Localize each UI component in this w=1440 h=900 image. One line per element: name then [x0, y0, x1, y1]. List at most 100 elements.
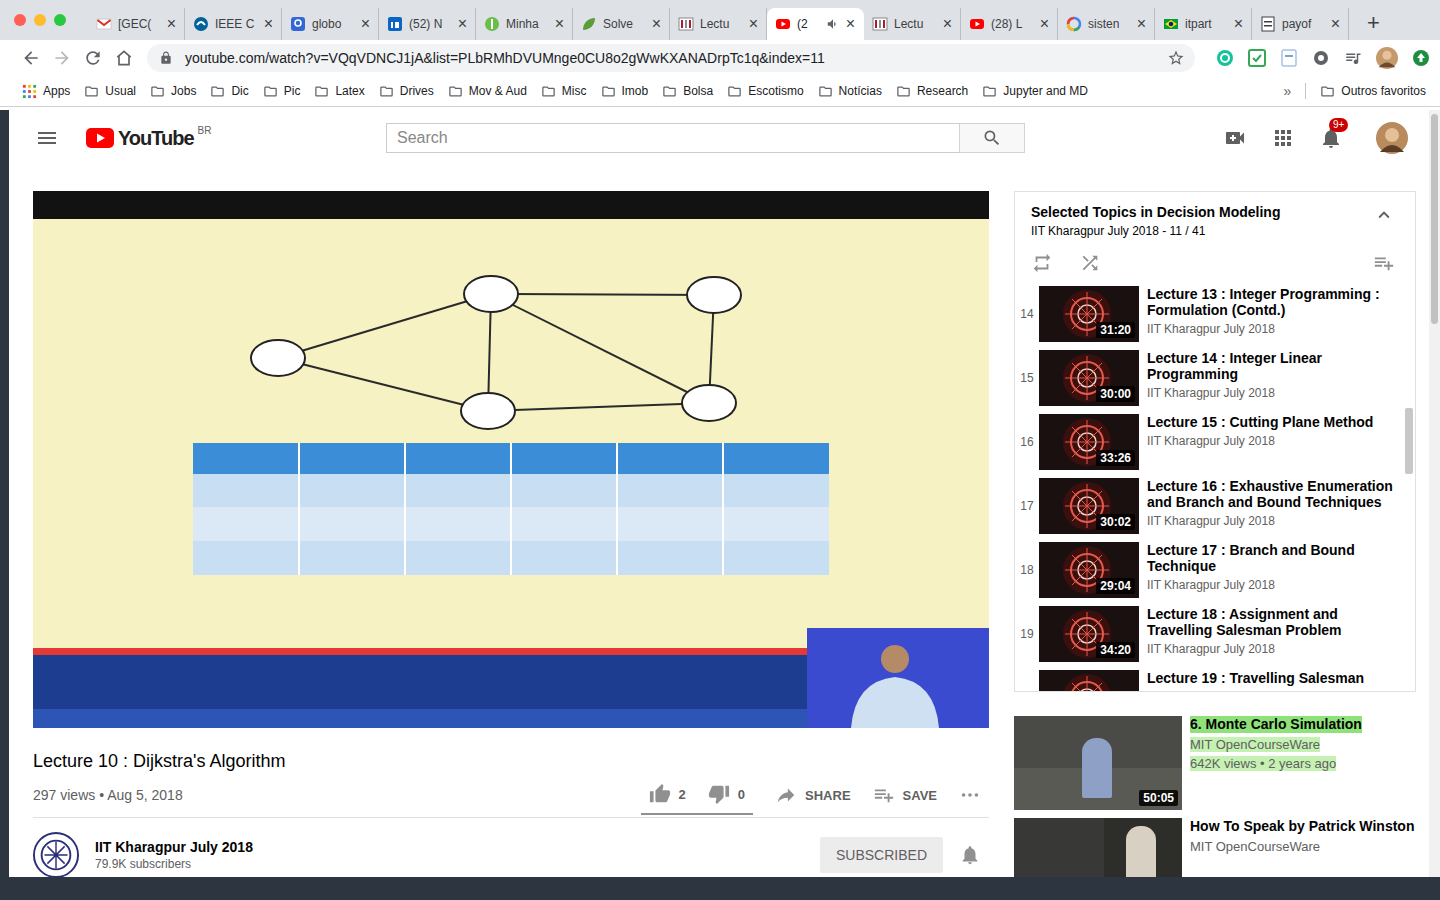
bookmark[interactable]: Usual [84, 84, 136, 99]
close-window-button[interactable] [14, 14, 26, 26]
playlist-add-icon[interactable] [1373, 252, 1395, 274]
media-control-icon[interactable] [1344, 49, 1362, 67]
create-video-icon[interactable] [1223, 126, 1247, 150]
tab-close-button[interactable]: × [361, 16, 370, 32]
browser-tab[interactable]: globo× [282, 8, 379, 40]
search-input[interactable]: Search [386, 123, 959, 153]
dislike-button[interactable]: 0 [708, 783, 745, 805]
tab-close-button[interactable]: × [167, 16, 176, 32]
star-icon[interactable] [1167, 49, 1185, 67]
bookmark[interactable]: Research [896, 84, 968, 99]
browser-tab[interactable]: payof× [1252, 8, 1349, 40]
recommended-video[interactable]: 50:056. Monte Carlo SimulationMIT OpenCo… [1014, 716, 1416, 810]
loop-icon[interactable] [1031, 252, 1053, 274]
share-button[interactable]: SHARE [775, 784, 851, 806]
subscribed-button[interactable]: SUBSCRIBED [820, 837, 943, 873]
check-extension-icon[interactable] [1248, 49, 1266, 67]
video-player[interactable] [33, 191, 989, 728]
browser-tab[interactable]: [GEC(× [88, 8, 185, 40]
channel-avatar-icon[interactable] [33, 832, 79, 877]
like-button[interactable]: 2 [649, 783, 686, 805]
youtube-logo[interactable]: YouTubeBR [86, 125, 211, 151]
playlist-item[interactable]: 1829:04Lecture 17 : Branch and Bound Tec… [1015, 538, 1415, 602]
tab-close-button[interactable]: × [458, 16, 467, 32]
browser-tab[interactable]: (28) L× [961, 8, 1058, 40]
notebook-extension-icon[interactable] [1280, 49, 1298, 67]
save-button[interactable]: SAVE [873, 784, 937, 806]
bookmark[interactable]: Misc [541, 84, 587, 99]
profile-avatar-icon[interactable] [1376, 47, 1398, 69]
bookmark[interactable]: Pic [263, 84, 301, 99]
tab-close-button[interactable]: × [1331, 16, 1340, 32]
tab-close-button[interactable]: × [1040, 16, 1049, 32]
tab-close-button[interactable]: × [1137, 16, 1146, 32]
channel-name[interactable]: IIT Kharagpur July 2018 [95, 839, 804, 855]
new-tab-button[interactable]: + [1367, 12, 1380, 34]
minimize-window-button[interactable] [34, 14, 46, 26]
speaker-icon[interactable] [826, 17, 840, 31]
zoom-window-button[interactable] [54, 14, 66, 26]
search-button[interactable] [959, 123, 1025, 153]
playlist-item[interactable]: 1633:26Lecture 15 : Cutting Plane Method… [1015, 410, 1415, 474]
tab-close-button[interactable]: × [264, 16, 273, 32]
playlist-item[interactable]: Lecture 19 : Travelling Salesman [1015, 666, 1415, 691]
browser-tab[interactable]: Lectu× [670, 8, 767, 40]
playlist-item[interactable]: 1530:00Lecture 14 : Integer Linear Progr… [1015, 346, 1415, 410]
user-avatar-icon[interactable] [1376, 122, 1408, 154]
bookmark[interactable]: Jupyter and MD [982, 84, 1088, 99]
playlist-item[interactable]: 1934:20Lecture 18 : Assignment and Trave… [1015, 602, 1415, 666]
tab-close-button[interactable]: × [652, 16, 661, 32]
bookmark[interactable]: Apps [22, 84, 70, 99]
recommended-video[interactable]: How To Speak by Patrick WinstonMIT OpenC… [1014, 818, 1416, 877]
browser-tab[interactable]: IEEE C× [185, 8, 282, 40]
browser-tab[interactable]: Solve× [573, 8, 670, 40]
desktop: [GEC(×IEEE C×globo×(52) N×Minha×Solve×Le… [0, 0, 1440, 900]
bookmark[interactable]: Mov & Aud [448, 84, 527, 99]
hamburger-menu-icon[interactable] [35, 126, 59, 150]
tab-close-button[interactable]: × [846, 16, 855, 32]
more-dots-icon[interactable] [959, 784, 981, 806]
update-arrow-icon[interactable] [1412, 49, 1430, 67]
more-bookmarks-button[interactable]: » [1284, 83, 1292, 99]
tab-close-button[interactable]: × [749, 16, 758, 32]
bell-icon[interactable] [959, 844, 981, 866]
browser-tab[interactable]: itpart× [1155, 8, 1252, 40]
browser-tab[interactable]: Lectu× [864, 8, 961, 40]
chevron-up-icon[interactable] [1373, 204, 1395, 226]
browser-tab[interactable]: Minha× [476, 8, 573, 40]
playlist-item[interactable]: 1431:20Lecture 13 : Integer Programming … [1015, 282, 1415, 346]
home-icon[interactable] [114, 48, 134, 68]
bookmark[interactable]: Jobs [150, 84, 196, 99]
bookmark[interactable]: Notícias [818, 84, 882, 99]
bookmark[interactable]: Escotismo [727, 84, 803, 99]
circle-extension-icon[interactable] [1312, 49, 1330, 67]
browser-tab[interactable]: (52) N× [379, 8, 476, 40]
scrollbar-thumb[interactable] [1431, 114, 1438, 324]
reload-icon[interactable] [83, 48, 103, 68]
bookmark[interactable]: Bolsa [662, 84, 713, 99]
playlist-item[interactable]: 1730:02Lecture 16 : Exhaustive Enumerati… [1015, 474, 1415, 538]
notifications-button[interactable]: 9+ [1319, 126, 1343, 150]
tab-close-button[interactable]: × [943, 16, 952, 32]
playlist-scrollbar[interactable] [1405, 408, 1413, 474]
lock-icon[interactable] [159, 51, 173, 65]
playlist-item-title: Lecture 17 : Branch and Bound Technique [1147, 542, 1399, 574]
like-dislike: 20 [641, 775, 753, 815]
bookmark[interactable]: Imob [601, 84, 649, 99]
other-bookmarks[interactable]: Outros favoritos [1320, 84, 1426, 99]
tab-close-button[interactable]: × [555, 16, 564, 32]
grammarly-icon[interactable] [1216, 49, 1234, 67]
tab-close-button[interactable]: × [1234, 16, 1243, 32]
forward-arrow-icon[interactable] [52, 48, 72, 68]
shuffle-icon[interactable] [1079, 252, 1101, 274]
apps-grid-icon[interactable] [1271, 126, 1295, 150]
browser-tab[interactable]: (2× [767, 8, 864, 40]
browser-tab[interactable]: sisten× [1058, 8, 1155, 40]
address-text[interactable]: youtube.com/watch?v=VQqVDNCJ1jA&list=PLb… [185, 50, 1155, 66]
playlist-title[interactable]: Selected Topics in Decision Modeling [1031, 204, 1280, 220]
back-arrow-icon[interactable] [21, 48, 41, 68]
bookmark[interactable]: Dic [210, 84, 248, 99]
bookmark[interactable]: Drives [379, 84, 434, 99]
bookmark[interactable]: Latex [314, 84, 364, 99]
address-bar[interactable]: youtube.com/watch?v=VQqVDNCJ1jA&list=PLb… [147, 44, 1195, 72]
